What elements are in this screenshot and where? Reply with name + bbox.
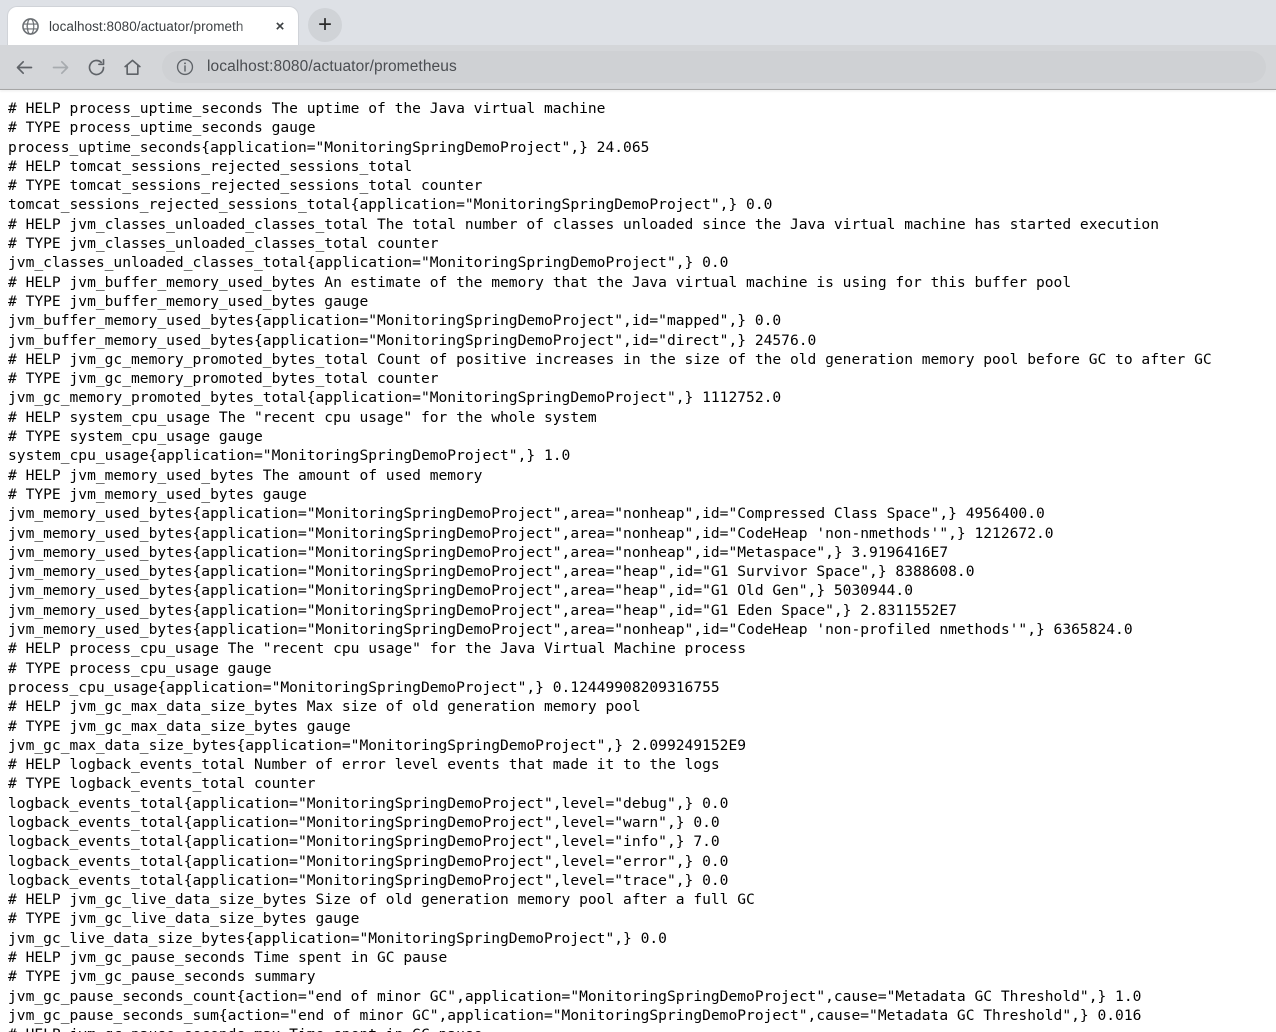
address-bar[interactable]: localhost:8080/actuator/prometheus	[162, 51, 1266, 83]
globe-icon	[22, 17, 39, 35]
tab-title: localhost:8080/actuator/prometh	[49, 18, 244, 34]
reload-button[interactable]	[78, 49, 114, 85]
tab-strip: localhost:8080/actuator/prometh × +	[0, 0, 1276, 45]
forward-button[interactable]	[42, 49, 78, 85]
info-circle-icon[interactable]	[176, 58, 194, 76]
arrow-right-icon	[52, 60, 68, 74]
browser-toolbar: localhost:8080/actuator/prometheus	[0, 45, 1276, 89]
arrow-left-icon	[16, 60, 32, 74]
toolbar-separator	[0, 89, 1276, 90]
browser-tab-active[interactable]: localhost:8080/actuator/prometh ×	[8, 7, 298, 45]
home-icon	[123, 59, 141, 75]
prometheus-metrics-text: # HELP process_uptime_seconds The uptime…	[8, 100, 1212, 1032]
address-bar-url: localhost:8080/actuator/prometheus	[207, 58, 457, 75]
back-button[interactable]	[6, 49, 42, 85]
close-icon[interactable]: ×	[268, 14, 292, 38]
new-tab-button[interactable]: +	[308, 8, 342, 42]
home-button[interactable]	[114, 49, 150, 85]
page-viewport: # HELP process_uptime_seconds The uptime…	[0, 90, 1276, 1032]
reload-icon	[88, 58, 104, 75]
browser-window: localhost:8080/actuator/prometh × + loca…	[0, 0, 1276, 1032]
